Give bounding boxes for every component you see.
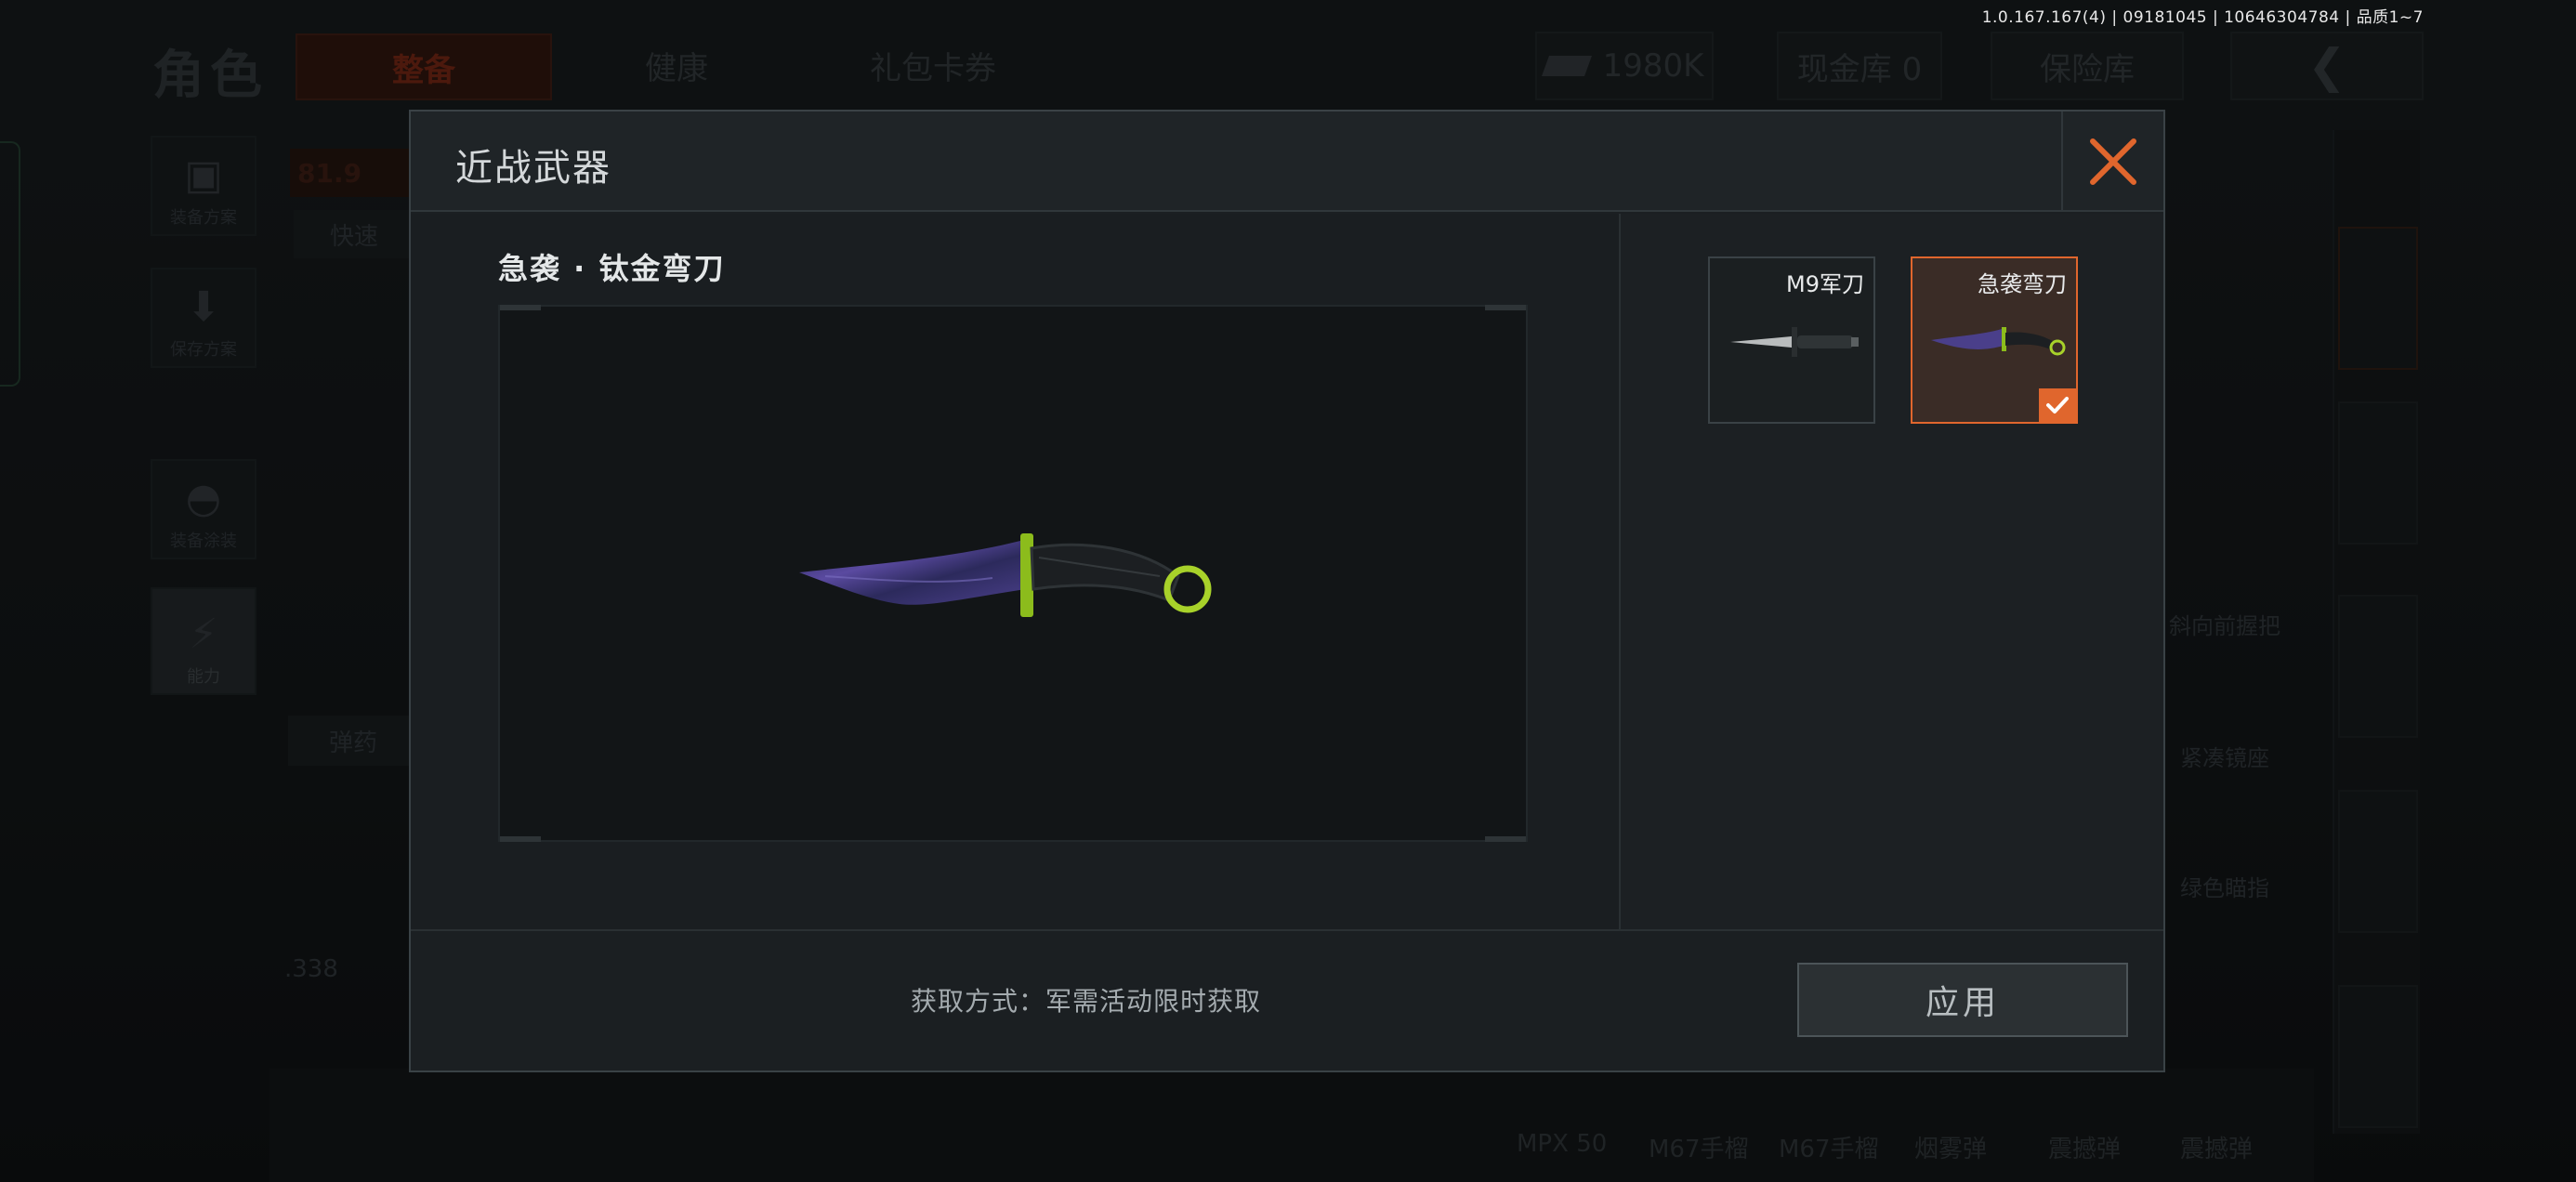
close-icon — [2090, 138, 2136, 185]
acquisition-text: 获取方式：军需活动限时获取 — [911, 986, 1262, 1017]
weapon-card-m9[interactable]: M9军刀 — [1708, 256, 1875, 424]
weapon-preview[interactable] — [498, 305, 1528, 842]
card-label: M9军刀 — [1786, 271, 1864, 297]
m9-bayonet-image — [1730, 327, 1859, 357]
weapon-card-raid-karambit[interactable]: 急袭弯刀 — [1911, 256, 2078, 424]
preview-corner — [500, 305, 541, 310]
apply-button[interactable]: 应用 — [1797, 963, 2128, 1037]
preview-corner — [500, 836, 541, 842]
card-label: 急袭弯刀 — [1978, 271, 2067, 297]
karambit-thumbnail-image — [1931, 327, 2066, 356]
close-button[interactable] — [2063, 112, 2163, 212]
selected-check-badge — [2039, 388, 2076, 422]
version-info: 1.0.167.167(4) | 09181045 | 10646304784 … — [1981, 8, 2424, 27]
preview-corner — [1485, 305, 1526, 310]
dialog-header — [411, 112, 2163, 212]
footer-divider — [411, 929, 2163, 931]
karambit-knife-image — [799, 533, 1212, 617]
checkmark-icon — [2046, 397, 2069, 414]
weapon-list-panel — [1621, 214, 2163, 929]
selected-item-name: 急袭 · 钛金弯刀 — [498, 251, 726, 286]
preview-corner — [1485, 836, 1526, 842]
dialog-title: 近战武器 — [455, 147, 611, 190]
